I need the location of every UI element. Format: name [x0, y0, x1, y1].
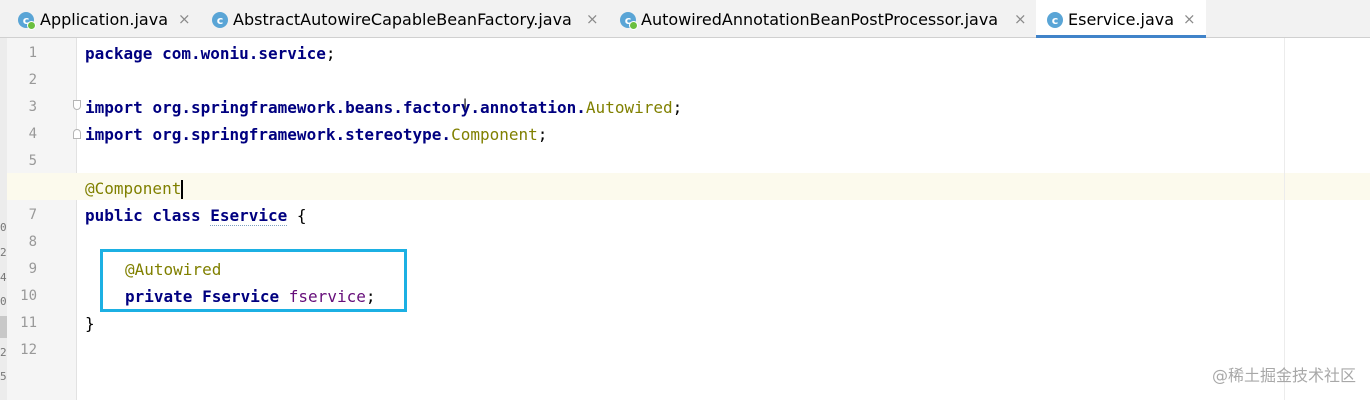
closing-brace: } — [85, 314, 95, 333]
code-line-6: @Component — [85, 175, 184, 202]
line-number: 12 — [20, 342, 37, 358]
line-number: 7 — [28, 207, 37, 223]
side-tool-strip: 0 2 4 0 2 5 — [0, 38, 7, 400]
class-name: Eservice — [210, 206, 288, 226]
close-icon[interactable]: × — [178, 9, 191, 29]
code-line-7: public class Eservice { — [85, 202, 307, 229]
class-icon: c — [1047, 12, 1063, 28]
line-number: 3 — [28, 99, 37, 115]
package-name: com.woniu.service — [162, 44, 326, 63]
close-icon[interactable]: × — [586, 9, 599, 29]
strip-char: 0 — [0, 221, 7, 234]
strip-char: 5 — [0, 370, 7, 383]
tab-label: Application.java — [40, 10, 169, 29]
line-number: 4 — [28, 126, 37, 142]
tab-label: Eservice.java — [1068, 10, 1175, 29]
punctuation: { — [287, 206, 307, 225]
punctuation: ; — [537, 125, 548, 144]
line-number-gutter[interactable]: 1 2 3 4 5 6 7 8 9 10 11 12 — [7, 38, 81, 400]
line-number: 11 — [20, 315, 37, 331]
keyword: package — [85, 44, 153, 63]
code-editor[interactable]: package com.woniu.service; import org.sp… — [7, 38, 1370, 400]
tab-autowired-annotation-bean-post-processor[interactable]: c AutowiredAnnotationBeanPostProcessor.j… — [608, 0, 1036, 38]
spring-class-icon: c — [620, 12, 638, 30]
current-line-highlight — [7, 173, 1370, 200]
watermark: @稀土掘金技术社区 — [1211, 366, 1356, 385]
line-number: 1 — [28, 45, 37, 61]
code-line-1: package com.woniu.service; — [85, 40, 335, 67]
imported-class: Component — [451, 125, 538, 144]
tab-eservice-java[interactable]: c Eservice.java × — [1036, 0, 1206, 38]
imported-class: Autowired — [585, 98, 673, 117]
strip-selection — [0, 316, 7, 338]
text-caret — [181, 180, 184, 199]
editor-tab-bar: c Application.java × c AbstractAutowireC… — [0, 0, 1370, 38]
keyword: public class — [85, 206, 201, 225]
tab-abstract-autowire-capable-bean-factory[interactable]: c AbstractAutowireCapableBeanFactory.jav… — [200, 0, 608, 38]
line-number: 2 — [28, 72, 37, 88]
spring-class-icon: c — [18, 12, 36, 30]
code-line-11: } — [85, 310, 95, 337]
right-margin-guide — [1284, 38, 1285, 400]
close-icon[interactable]: × — [1183, 9, 1196, 29]
class-icon: c — [212, 12, 228, 28]
annotation: @Component — [85, 179, 182, 198]
line-number: 5 — [28, 153, 37, 169]
tab-label: AutowiredAnnotationBeanPostProcessor.jav… — [641, 10, 999, 29]
line-number: 9 — [28, 261, 37, 277]
strip-char: 0 — [0, 295, 7, 308]
strip-char: 4 — [0, 271, 7, 284]
tab-label: AbstractAutowireCapableBeanFactory.java — [233, 10, 572, 29]
line-number: 8 — [28, 234, 37, 250]
highlight-box — [100, 249, 407, 312]
punctuation: ; — [325, 44, 336, 63]
tab-application-java[interactable]: c Application.java × — [0, 0, 200, 38]
code-line-3: import org.springframework.beans.factory… — [85, 94, 682, 121]
keyword: import — [85, 98, 143, 117]
close-icon[interactable]: × — [1014, 9, 1027, 29]
punctuation: ; — [672, 98, 683, 117]
code-line-4: import org.springframework.stereotype.Co… — [85, 121, 547, 148]
strip-char: 2 — [0, 346, 7, 359]
line-number: 10 — [20, 288, 37, 304]
keyword: import — [85, 125, 143, 144]
import-path: org.springframework.beans.factory.annota… — [152, 98, 586, 117]
import-path: org.springframework.stereotype. — [152, 125, 452, 144]
mouse-ibeam-cursor-icon: I — [463, 97, 468, 113]
strip-char: 2 — [0, 246, 7, 259]
